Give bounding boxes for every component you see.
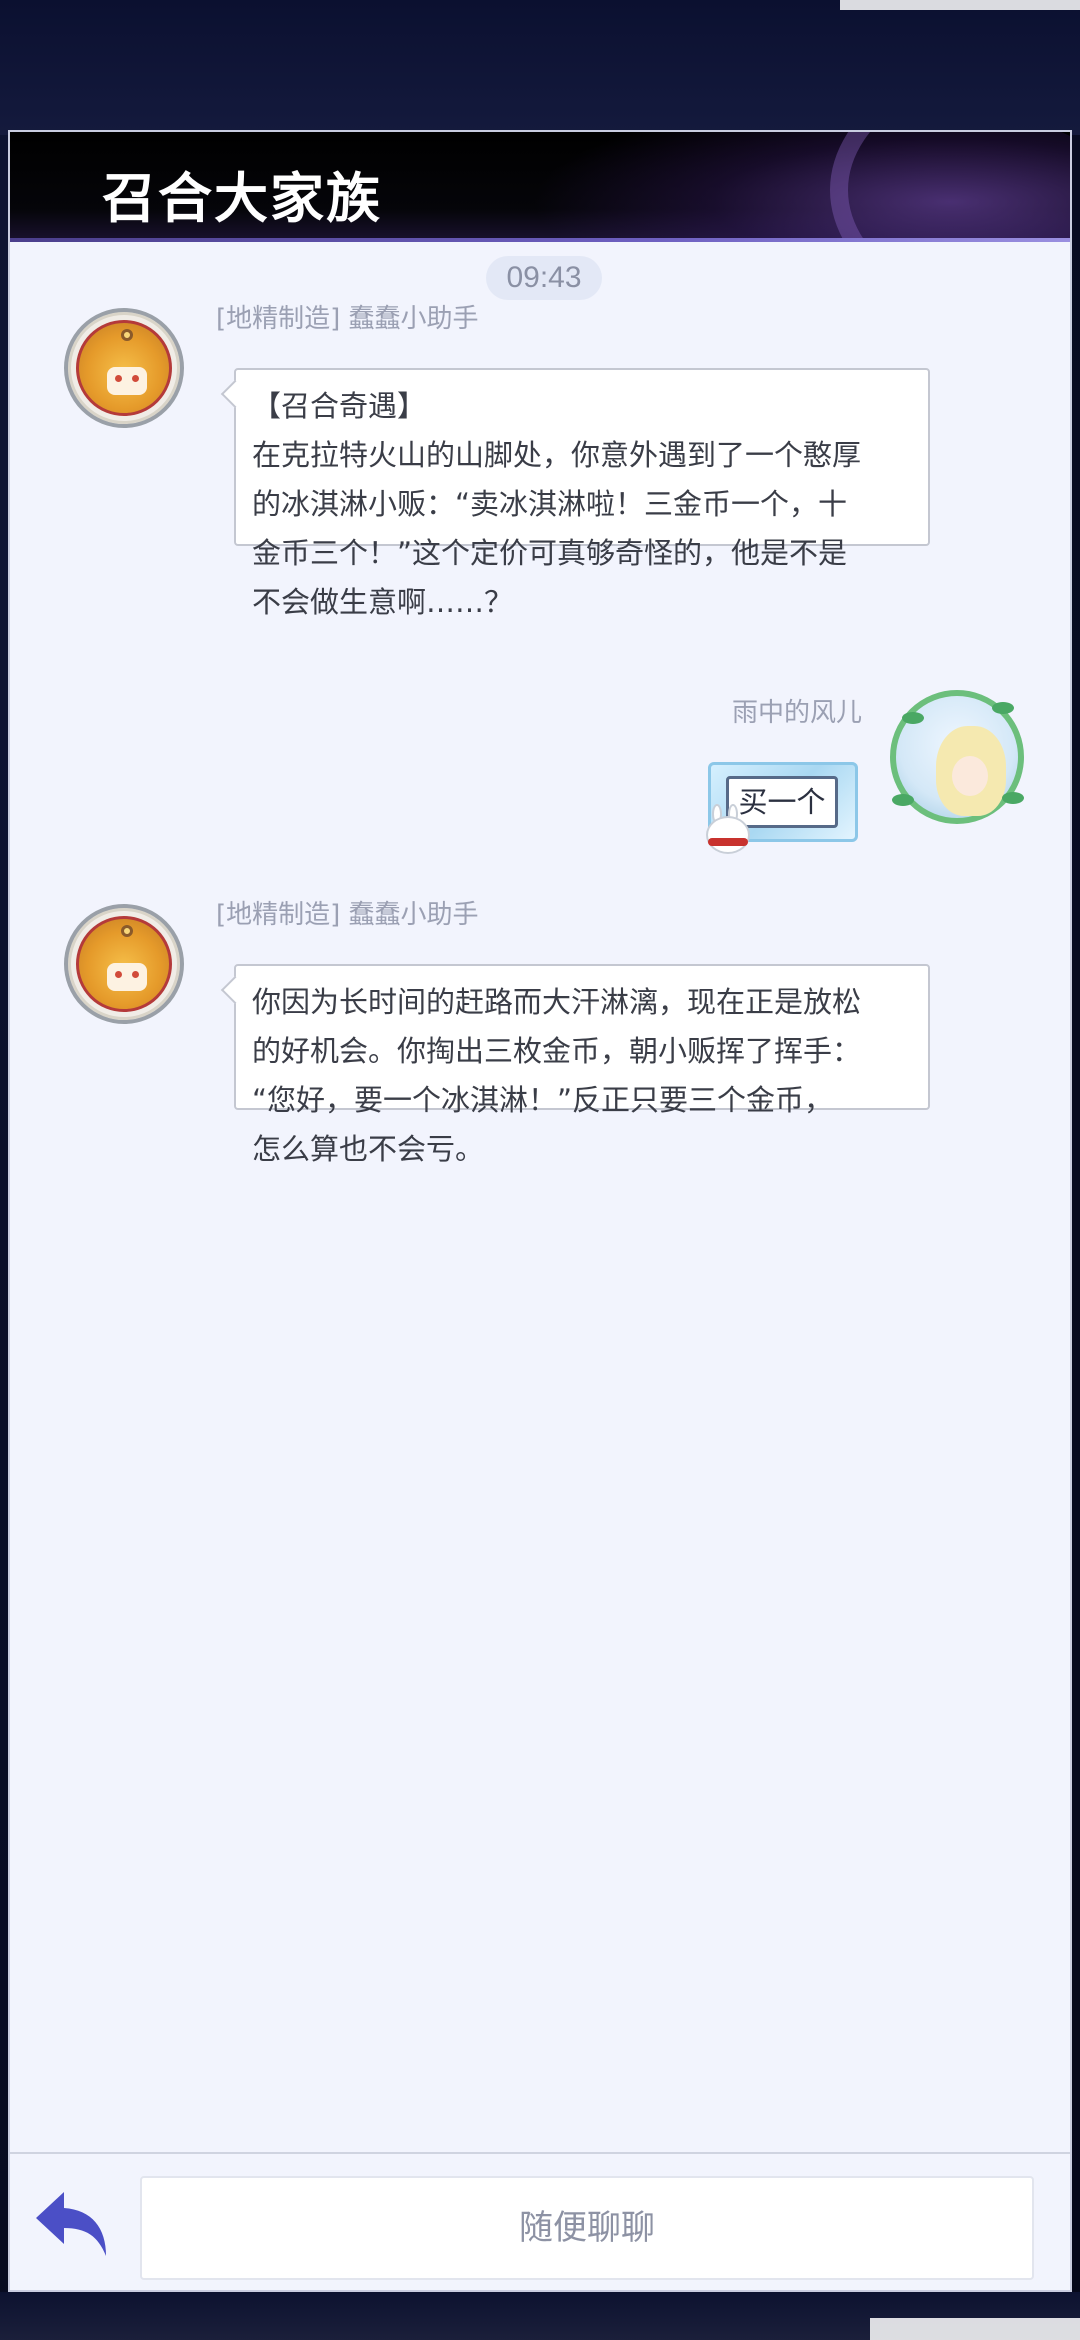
- leaf-decoration: [892, 794, 914, 806]
- message-bubble: 【召合奇遇】 在克拉特火山的山脚处，你意外遇到了一个憨厚 的冰淇淋小贩：“卖冰淇…: [220, 368, 930, 619]
- robot-eye: [115, 971, 122, 978]
- assistant-avatar[interactable]: [64, 904, 184, 1024]
- leaf-decoration: [902, 712, 924, 724]
- leaf-decoration: [1002, 792, 1024, 804]
- robot-antenna: [121, 329, 133, 341]
- message-line: 在克拉特火山的山脚处，你意外遇到了一个憨厚: [252, 438, 862, 472]
- bubble-tail: [220, 975, 250, 1005]
- message-line: 【召合奇遇】: [252, 389, 427, 423]
- message-line: 怎么算也不会亏。: [252, 1132, 485, 1166]
- header-divider: [10, 238, 1070, 242]
- background-glow: [840, 0, 1080, 10]
- user-avatar[interactable]: [882, 682, 1032, 832]
- robot-icon: [76, 320, 172, 416]
- robot-eye: [115, 375, 122, 382]
- header-decoration-ring: [830, 132, 1070, 242]
- chat-input[interactable]: 随便聊聊: [140, 2176, 1034, 2280]
- snow-bunny-decoration: [698, 804, 756, 856]
- message-line: “您好，要一个冰淇淋！”反正只要三个金币，: [252, 1083, 834, 1117]
- message-line: 的冰淇淋小贩：“卖冰淇淋啦！三金币一个，十: [252, 487, 848, 521]
- bunny-body: [706, 816, 750, 854]
- message-line: 不会做生意啊……？: [252, 585, 514, 619]
- robot-antenna: [121, 925, 133, 937]
- user-face: [952, 756, 988, 796]
- sender-name: [地精制造] 蠢蠢小助手: [216, 900, 479, 930]
- sender-name: [地精制造] 蠢蠢小助手: [216, 304, 479, 334]
- bunny-scarf: [708, 838, 748, 846]
- leaf-decoration: [992, 702, 1014, 714]
- background-top: [0, 0, 1080, 135]
- robot-face: [107, 963, 147, 991]
- sender-name: 雨中的风儿: [732, 698, 863, 728]
- page-title: 召合大家族: [102, 166, 382, 230]
- message-line: 你因为长时间的赶路而大汗淋漓，现在正是放松: [252, 985, 862, 1019]
- assistant-avatar[interactable]: [64, 308, 184, 428]
- background-glow-bottom: [870, 2318, 1080, 2340]
- back-arrow-icon: [36, 2192, 106, 2256]
- chat-panel: 召合大家族 09:43 [地精制造] 蠢蠢小助手 【召合奇遇】 在克拉特火山的山…: [8, 130, 1072, 2292]
- input-bar: 随便聊聊: [10, 2152, 1070, 2290]
- back-button[interactable]: [34, 2188, 114, 2260]
- message-line: 的好机会。你掏出三枚金币，朝小贩挥了挥手：: [252, 1034, 862, 1068]
- message-timestamp: 09:43: [486, 256, 602, 300]
- bubble-tail: [220, 379, 250, 409]
- header-bar: 召合大家族: [10, 132, 1070, 242]
- message-line: 金币三个！”这个定价可真够奇怪的，他是不是: [252, 536, 848, 570]
- robot-icon: [76, 916, 172, 1012]
- robot-eye: [132, 971, 139, 978]
- robot-eye: [132, 375, 139, 382]
- message-bubble: 你因为长时间的赶路而大汗淋漓，现在正是放松 的好机会。你掏出三枚金币，朝小贩挥了…: [220, 964, 930, 1166]
- robot-face: [107, 367, 147, 395]
